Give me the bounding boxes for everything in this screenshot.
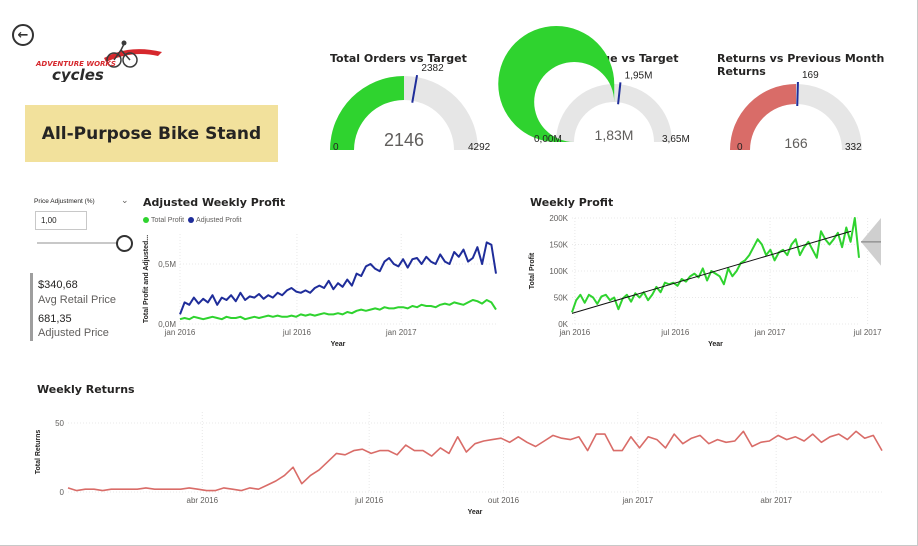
adjusted-price-label: Adjusted Price bbox=[38, 327, 109, 339]
gauge-min-label: 0 bbox=[737, 142, 743, 153]
logo-text-bottom: cycles bbox=[52, 66, 104, 82]
x-tick-label: jul 2016 bbox=[660, 328, 690, 337]
y-tick-label: 0,5M bbox=[158, 260, 176, 269]
x-tick-label: jan 2017 bbox=[621, 496, 653, 505]
gauge-track bbox=[556, 84, 672, 142]
x-tick-label: jul 2016 bbox=[282, 328, 312, 337]
gauge-max-label: 3,65M bbox=[662, 134, 690, 145]
gauge-title: Total Revenue vs Target bbox=[530, 52, 679, 65]
brand-logo: ADVENTURE WORKS cycles bbox=[35, 40, 162, 82]
y-tick-label: 100K bbox=[549, 267, 568, 276]
series-line-total-profit bbox=[179, 299, 497, 321]
gauge-target-marker bbox=[617, 82, 622, 105]
weekly-returns-title: Weekly Returns bbox=[37, 383, 135, 396]
x-tick-label: abr 2016 bbox=[187, 496, 219, 505]
y-tick-label: 150K bbox=[549, 241, 568, 250]
y-tick-label: 0 bbox=[60, 488, 65, 497]
x-axis-title: Year bbox=[331, 341, 346, 348]
x-axis-title: Year bbox=[468, 509, 483, 516]
legend-dot-icon bbox=[143, 217, 149, 224]
kpi-card-border bbox=[30, 273, 33, 341]
y-tick-label: 200K bbox=[549, 214, 568, 223]
weekly-profit-title: Weekly Profit bbox=[530, 196, 614, 209]
gauge-min-label: 0 bbox=[333, 142, 339, 153]
x-tick-label: abr 2017 bbox=[760, 496, 792, 505]
avg-retail-label: Avg Retail Price bbox=[38, 294, 117, 306]
legend-adjusted-profit: Adjusted Profit bbox=[196, 217, 242, 224]
trend-line bbox=[571, 230, 852, 314]
back-button[interactable]: ← bbox=[12, 24, 34, 46]
chevron-down-icon[interactable]: ⌄ bbox=[121, 196, 129, 206]
x-tick-label: jan 2017 bbox=[754, 328, 786, 337]
legend-total-profit: Total Profit bbox=[151, 217, 185, 224]
gauge-value: 1,83M bbox=[595, 127, 634, 143]
y-axis-title: Total Profit bbox=[529, 252, 536, 289]
weekly-profit-chart: 0K50K100K150K200Kjan 2016 jul 2016 jan 201… bbox=[529, 214, 883, 348]
gauge-value: 166 bbox=[784, 135, 808, 151]
adjusted-price-value: 681,35 bbox=[38, 313, 72, 325]
adjusted-weekly-profit-title: Adjusted Weekly Profit bbox=[143, 196, 286, 209]
gauge-track bbox=[730, 84, 862, 150]
y-tick-label: 50 bbox=[55, 419, 64, 428]
gauge-max-label: 332 bbox=[845, 142, 862, 153]
x-tick-label: jul 2016 bbox=[354, 496, 384, 505]
gauge-fill bbox=[730, 84, 796, 150]
price-adjustment-label: Price Adjustment (%) bbox=[34, 198, 95, 205]
gauge-title: Total Orders vs Target bbox=[330, 52, 467, 65]
y-axis-title: Total Profit and Adjusted... bbox=[143, 235, 150, 323]
price-slider-thumb[interactable] bbox=[116, 235, 133, 252]
product-name: All-Purpose Bike Stand bbox=[25, 105, 278, 162]
gauge-title: Returns vs Previous Month Returns bbox=[717, 52, 885, 78]
avg-retail-value: $340,68 bbox=[38, 279, 78, 291]
x-tick-label: jan 2017 bbox=[385, 328, 417, 337]
gauge-fill bbox=[498, 26, 615, 142]
x-tick-label: jan 2016 bbox=[559, 328, 591, 337]
adjusted-weekly-profit-chart: 0,0M0,5Mjan 2016 jul 2016 jan 2017YearTota… bbox=[143, 234, 497, 348]
adjusted-profit-legend: Total Profit Adjusted Profit bbox=[143, 217, 242, 224]
gauge-min-label: 0,00M bbox=[534, 134, 562, 145]
gauge-target-label: 1,95M bbox=[625, 70, 653, 81]
weekly-returns-chart: 0 50 abr 2016 jul 2016 out 2016 jan 2017 abr 2… bbox=[35, 412, 883, 516]
series-line-total-profit bbox=[571, 217, 860, 313]
y-axis-title: Total Returns bbox=[35, 430, 42, 475]
gauge-track bbox=[330, 76, 478, 150]
y-tick-label: 50K bbox=[554, 294, 569, 303]
price-slider-track[interactable] bbox=[37, 242, 117, 244]
x-tick-label: jan 2016 bbox=[164, 328, 196, 337]
series-line-total-returns bbox=[67, 430, 883, 492]
x-tick-label: out 2016 bbox=[488, 496, 520, 505]
gauge-value: 2146 bbox=[384, 130, 424, 150]
x-axis-title: Year bbox=[708, 341, 723, 348]
gauge-target-marker bbox=[411, 74, 419, 103]
price-adjustment-input[interactable] bbox=[35, 211, 87, 230]
arrow-left-icon: ← bbox=[17, 27, 29, 43]
gauge-fill bbox=[330, 76, 404, 150]
gauge-target-marker bbox=[796, 81, 799, 107]
legend-dot-icon bbox=[188, 217, 195, 224]
x-tick-label: jul 2017 bbox=[853, 328, 883, 337]
gauge-max-label: 4292 bbox=[468, 142, 491, 153]
